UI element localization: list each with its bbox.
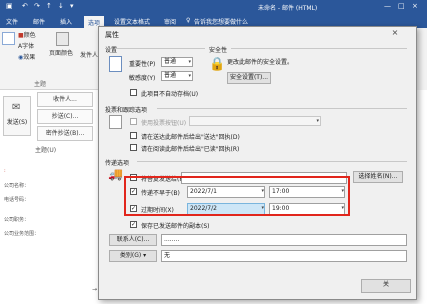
save-copy-label: 保存已发送邮件的副本(S) <box>141 223 210 230</box>
footer-arrow: → <box>92 286 98 293</box>
categories-input[interactable]: 无 <box>161 250 407 262</box>
subject-label: 主题(U) <box>35 147 57 154</box>
window-title: 未命名 - 邮件 (HTML) <box>258 5 318 12</box>
security-header: 安全性 <box>209 47 228 54</box>
contacts-input[interactable]: ........ <box>161 234 407 246</box>
security-settings-button[interactable]: 安全设置(T)... <box>227 72 271 84</box>
up-arrow-icon[interactable]: ↑ <box>46 2 52 10</box>
signature-phone: 电话号码： <box>4 197 30 203</box>
sender-label[interactable]: 发件人 <box>80 50 98 59</box>
signature-marker-1: : <box>4 168 6 174</box>
delivery-truck-icon: 🚚 <box>108 167 123 181</box>
chevron-down-icon: ▾ <box>188 73 191 79</box>
voting-divider <box>157 108 407 109</box>
maximize-icon[interactable]: □ <box>398 2 405 10</box>
voting-check-icon <box>109 115 122 129</box>
undo-icon[interactable]: ↶ <box>22 2 28 10</box>
to-button[interactable]: 收件人... <box>37 92 93 107</box>
customize-qat-icon[interactable]: ▾ <box>70 2 74 10</box>
sensitivity-select[interactable]: 普通 ▾ <box>161 71 193 81</box>
send-icon: ✉ <box>12 102 21 113</box>
tab-insert[interactable]: 插入 <box>60 17 72 26</box>
cc-button[interactable]: 抄送(C)... <box>37 109 93 124</box>
colors-item[interactable]: ■颜色 <box>18 30 36 39</box>
highlight-frame <box>124 176 350 216</box>
save-copy-checkbox[interactable]: ✓ <box>130 221 137 228</box>
themes-icon[interactable] <box>2 32 15 45</box>
security-description: 更改此邮件的安全设置。 <box>227 59 294 66</box>
properties-dialog: 属性 × 设置 重要性(P) 普通 ▾ 敏感度(Y) 普通 ▾ 此项目不自动存档(U… <box>98 26 417 300</box>
tab-file[interactable]: 文件 <box>6 17 18 26</box>
lightbulb-icon: ♀ <box>186 17 191 24</box>
delivery-receipt-checkbox[interactable] <box>130 132 137 139</box>
delivery-header: 传递选项 <box>105 160 130 167</box>
no-autoarchive-label: 此项目不自动存档(U) <box>141 91 199 98</box>
redo-icon[interactable]: ↷ <box>34 2 40 10</box>
save-icon[interactable]: ▣ <box>6 2 13 10</box>
close-button[interactable]: 关 <box>361 279 411 293</box>
no-autoarchive-checkbox[interactable] <box>130 89 137 96</box>
security-divider <box>231 48 407 49</box>
page-color-label[interactable]: 页面颜色 <box>49 48 73 57</box>
chevron-down-icon: ▾ <box>316 118 319 124</box>
sensitivity-label: 敏感度(Y) <box>129 75 156 82</box>
dialog-close-icon[interactable]: × <box>388 28 402 40</box>
contacts-button[interactable]: 联系人(C)... <box>109 234 157 246</box>
delivery-receipt-label: 请在送达此邮件后给出"送达"回执(D) <box>141 134 240 141</box>
delivery-divider <box>137 161 407 162</box>
signature-company: 公司名称： <box>4 183 30 189</box>
effects-item[interactable]: ◉效果 <box>18 52 35 61</box>
settings-document-icon <box>109 56 122 72</box>
tab-review[interactable]: 审阅 <box>164 17 176 26</box>
page-color-icon[interactable] <box>56 32 69 46</box>
tab-format-text[interactable]: 设置文本格式 <box>114 17 150 26</box>
ribbon: ■颜色 A字体 ◉效果 页面颜色 发件人 主题 <box>0 28 98 90</box>
settings-header: 设置 <box>105 47 118 54</box>
settings-divider <box>115 48 205 49</box>
importance-label: 重要性(P) <box>129 61 156 68</box>
theme-group-label: 主题 <box>34 81 47 88</box>
title-bar: ▣ ↶ ↷ ↑ ↓ ▾ 未命名 - 邮件 (HTML) — □ × <box>0 0 427 15</box>
signature-title: 公司职务： <box>4 217 30 223</box>
use-voting-label: 使用投票按钮(U) <box>141 120 187 127</box>
voting-header: 投票和跟踪选项 <box>105 107 148 114</box>
select-names-button[interactable]: 选择姓名(N)... <box>353 171 403 183</box>
read-receipt-checkbox[interactable] <box>130 144 137 151</box>
dialog-title: 属性 <box>105 31 119 39</box>
lock-icon: 🔒 <box>209 57 226 72</box>
chevron-down-icon: ▾ <box>143 252 147 259</box>
tab-message[interactable]: 邮件 <box>33 17 45 26</box>
tell-me-search[interactable]: 告诉我您想要做什么 <box>194 17 248 26</box>
fonts-item[interactable]: A字体 <box>18 41 34 50</box>
close-window-icon[interactable]: × <box>412 2 418 10</box>
use-voting-checkbox[interactable] <box>130 118 137 125</box>
compose-pane: ✉ 发送(S) 收件人... 抄送(C)... 密件抄送(B)... 主题(U)… <box>0 90 98 304</box>
signature-business: 公司业务范围： <box>4 231 40 237</box>
bcc-button[interactable]: 密件抄送(B)... <box>37 126 93 141</box>
categories-button[interactable]: 类别(G) ▾ <box>109 250 157 262</box>
importance-select[interactable]: 普通 ▾ <box>161 57 193 67</box>
chevron-down-icon: ▾ <box>188 59 191 65</box>
voting-buttons-select[interactable]: ▾ <box>189 116 321 126</box>
minimize-icon[interactable]: — <box>384 2 391 10</box>
read-receipt-label: 请在阅读此邮件后给出"已读"回执(R) <box>141 146 240 153</box>
down-arrow-icon[interactable]: ↓ <box>58 2 64 10</box>
send-button[interactable]: ✉ 发送(S) <box>3 96 31 136</box>
